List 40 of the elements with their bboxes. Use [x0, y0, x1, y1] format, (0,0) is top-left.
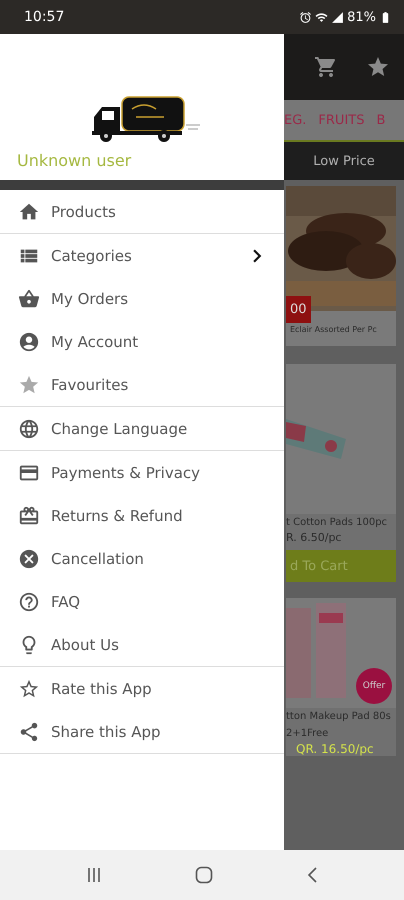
menu-item[interactable]: Share this App — [0, 710, 284, 753]
menu-item[interactable]: About Us — [0, 623, 284, 666]
menu-item[interactable]: My Orders — [0, 277, 284, 320]
menu-item[interactable]: Favourites — [0, 363, 284, 406]
product-price: R. 6.50/pc — [286, 531, 342, 544]
menu-item[interactable]: Products — [0, 190, 284, 233]
menu-item[interactable]: My Account — [0, 320, 284, 363]
product-note: 2+1Free — [286, 727, 330, 741]
product-name: Eclair Assorted Per Pc — [290, 324, 377, 336]
cart-icon[interactable] — [314, 55, 338, 79]
discount-badge: 00 — [286, 296, 311, 323]
battery-percent: 81% — [347, 10, 376, 24]
help-icon — [18, 590, 40, 612]
menu-item[interactable]: Rate this App — [0, 667, 284, 710]
menu-item[interactable]: Returns & Refund — [0, 494, 284, 537]
signal-icon — [331, 10, 344, 24]
clock: 10:57 — [24, 9, 66, 25]
product-name: tton Makeup Pad 80s — [286, 710, 392, 724]
cancel-icon — [18, 548, 40, 570]
star-icon — [18, 678, 40, 700]
star-icon — [18, 374, 40, 396]
user-name: Unknown user — [17, 151, 132, 170]
recents-icon[interactable] — [86, 867, 102, 883]
menu-item[interactable]: Categories — [0, 234, 284, 277]
menu-item[interactable]: Cancellation — [0, 537, 284, 580]
home-icon[interactable] — [194, 866, 213, 884]
product-price: QR. 16.50/pc — [295, 742, 375, 756]
sort-label[interactable]: Low Price — [313, 154, 375, 168]
globe-icon — [18, 418, 40, 440]
menu-item[interactable]: Payments & Privacy — [0, 451, 284, 494]
alarm-icon — [299, 10, 312, 24]
back-icon[interactable] — [306, 867, 318, 883]
basket-icon — [18, 288, 40, 310]
product-name: t Cotton Pads 100pc — [286, 516, 388, 530]
menu-item[interactable]: Change Language — [0, 407, 284, 450]
wifi-icon — [315, 10, 328, 24]
account-icon — [18, 330, 40, 352]
share-icon — [18, 720, 40, 742]
menu-item[interactable]: FAQ — [0, 580, 284, 623]
gift-icon — [18, 504, 40, 526]
